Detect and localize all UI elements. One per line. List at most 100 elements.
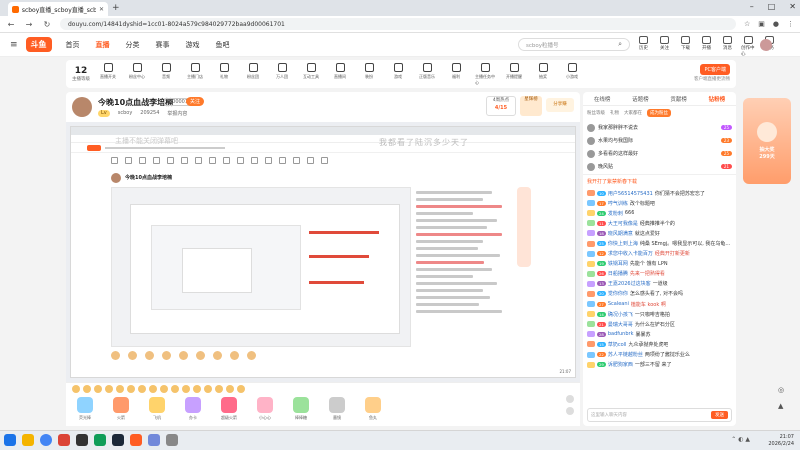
chat-username[interactable]: 王嘉2026过这块客 <box>608 280 651 287</box>
gift-item[interactable]: 墨镜 <box>326 397 348 421</box>
new-tab-icon[interactable]: + <box>112 3 120 13</box>
nav-fishbar[interactable]: 鱼吧 <box>216 40 230 50</box>
rank-item[interactable]: 晚风贴 21 <box>587 160 732 173</box>
tab-diamond[interactable]: 钻粉榜 <box>709 95 726 103</box>
chat-username[interactable]: 确况小孩飞 <box>608 311 633 318</box>
chat-username[interactable]: 用户56514575431 <box>608 190 653 197</box>
maximize-icon[interactable]: □ <box>768 2 776 11</box>
chat-message[interactable]: 20 觉你你你 怎么感头看了, 对不会吗 <box>587 289 732 299</box>
minimize-icon[interactable]: – <box>750 2 754 11</box>
gift-item[interactable]: 棒棒糖 <box>290 397 312 421</box>
follow-button[interactable]: 关注 <box>186 97 205 106</box>
back-icon[interactable]: ← <box>6 20 16 29</box>
streamer-avatar[interactable] <box>72 97 92 117</box>
subtab-everyone[interactable]: 大家都在 <box>624 110 642 116</box>
chat-username[interactable]: 苏人平链越粉丝 <box>608 351 643 358</box>
gift-item[interactable]: 办卡 <box>182 397 204 421</box>
app-icon-red[interactable] <box>58 434 70 446</box>
star-rank-box[interactable]: 星辉榜 <box>520 96 542 116</box>
chat-username[interactable]: 哼气训练 <box>608 200 628 207</box>
nav-home[interactable]: 首页 <box>66 40 80 50</box>
nav-games[interactable]: 游戏 <box>186 40 200 50</box>
recharge-icon[interactable] <box>566 407 574 415</box>
toolbar-item[interactable]: 粉丝中心 <box>127 62 147 86</box>
gift-item[interactable]: 超级火箭 <box>218 397 240 421</box>
toolbar-item[interactable]: 游戏 <box>388 62 408 86</box>
tab-contrib[interactable]: 贡献榜 <box>670 95 687 103</box>
rank-item[interactable]: 水果均与我国际 23 <box>587 134 732 147</box>
chat-username[interactable]: 求您中收入卡能百万 <box>608 250 653 257</box>
toolbar-item[interactable]: 音频 <box>156 62 176 86</box>
pc-client-button[interactable]: PC客户端 <box>700 64 730 75</box>
app-icon-blue[interactable] <box>148 434 160 446</box>
chat-message[interactable]: 22 苏人平链越粉丝 两项纷了酱挝乐业么 <box>587 350 732 360</box>
chat-input[interactable]: 这里输入聊天内容 发送 <box>587 408 732 422</box>
nav-category[interactable]: 分类 <box>126 40 140 50</box>
chat-username[interactable]: 诉肥狗家西 <box>608 361 633 368</box>
taskbar-clock[interactable]: 21:07 2026/2/24 <box>768 434 794 448</box>
reload-icon[interactable]: ↻ <box>42 20 52 29</box>
toolbar-item[interactable]: 直播开关 <box>98 62 118 86</box>
toolbar-item[interactable]: 直播间 <box>330 62 350 86</box>
chat-message[interactable]: 21 曼瑞大哥哥 为什么在铲石分区 <box>587 319 732 329</box>
chat-message[interactable]: 14 确况小孩飞 一只咖啡吉格拍 <box>587 309 732 319</box>
chat-message[interactable]: 27 Scaleani 植能车 kook 啊 <box>587 299 732 309</box>
anchor-level[interactable]: 12 主播等级 <box>72 66 90 82</box>
toolbar-item[interactable]: 抽奖 <box>533 62 553 86</box>
hamburger-menu-icon[interactable]: ≡ <box>10 40 18 50</box>
back-to-top-icon[interactable]: ▲ <box>778 402 784 410</box>
search-icon[interactable]: ⌕ <box>618 40 622 49</box>
app-icon-green[interactable] <box>94 434 106 446</box>
menu-dots-icon[interactable]: ⋮ <box>787 20 794 28</box>
chat-message[interactable]: 28 badfunbrk 暴暴苏 <box>587 329 732 339</box>
video-player[interactable]: 今晚10点血战李培楠 我都看了陆沉多少天了 主播不能关闭弹幕吧 21:07 <box>66 122 580 382</box>
toolbar-item[interactable]: 礼物 <box>214 62 234 86</box>
chat-username[interactable]: 曼瑞大哥哥 <box>608 321 633 328</box>
close-tab-icon[interactable]: ✕ <box>99 6 104 13</box>
extensions-icon[interactable]: ▣ <box>758 20 765 28</box>
steam-icon[interactable] <box>112 434 124 446</box>
toolbar-item[interactable]: 互动工具 <box>301 62 321 86</box>
follow-button[interactable]: 关注 <box>657 36 672 57</box>
app-icon-dark[interactable] <box>76 434 88 446</box>
backpack-icon[interactable] <box>566 395 574 403</box>
toolbar-item[interactable]: 主播任务中心 <box>475 62 495 86</box>
tab-online[interactable]: 在线榜 <box>594 95 611 103</box>
tab-topic[interactable]: 话题榜 <box>632 95 649 103</box>
douyu-taskbar-icon[interactable] <box>130 434 142 446</box>
chat-message[interactable]: 26 日船播腾 先来一把熟得看 <box>587 269 732 279</box>
chat-message[interactable]: 25你快上到上海纯桑 SEmgj。嗯我显示可以, 我在乌龟壳里等你 <box>587 238 732 248</box>
rank-item[interactable]: 多看看的这样最好 25 <box>587 147 732 160</box>
chat-username[interactable]: 草奶coll <box>608 341 627 348</box>
gift-item[interactable]: 荧光棒 <box>74 397 96 421</box>
toolbar-item[interactable]: 粉丝团 <box>243 62 263 86</box>
chat-message[interactable]: 10 用户56514575431 你们猜不会把苏宏忘了 <box>587 188 732 198</box>
profile-icon[interactable]: ● <box>773 20 779 28</box>
toolbar-item[interactable]: 万人团 <box>272 62 292 86</box>
bookmark-star-icon[interactable]: ☆ <box>744 20 750 28</box>
site-logo[interactable]: 斗鱼 <box>25 37 52 52</box>
messages-button[interactable]: 消息 <box>720 36 735 57</box>
chat-username[interactable]: 日船播腾 <box>608 270 628 277</box>
become-fan-button[interactable]: 成为粉丝 <box>647 109 671 117</box>
chat-message[interactable]: 15 草奶coll 九众承抛弃处虎吧 <box>587 339 732 349</box>
chat-message[interactable]: 24 发粉刺 666 <box>587 208 732 218</box>
chat-message[interactable]: 17 哼气训练 改个标题吧 <box>587 198 732 208</box>
chat-message[interactable]: 18 晓风期满意 就这点爱好 <box>587 228 732 238</box>
close-window-icon[interactable]: ✕ <box>789 2 796 11</box>
floating-promo[interactable]: 抽大奖 299天 <box>743 98 791 184</box>
chat-username[interactable]: badfunbrk <box>608 331 634 337</box>
chat-message[interactable]: 11 大王可我像是 经典推推半个的 <box>587 218 732 228</box>
subtab-gift[interactable]: 礼物 <box>610 110 619 116</box>
toolbar-item[interactable]: 装扮 <box>359 62 379 86</box>
system-tray[interactable]: ⌃ ◐ ▲ <box>731 436 750 443</box>
gift-item[interactable]: 鱼丸 <box>362 397 384 421</box>
forward-icon[interactable]: → <box>24 20 34 29</box>
nav-events[interactable]: 赛事 <box>156 40 170 50</box>
gift-item[interactable]: 小心心 <box>254 397 276 421</box>
search-taskbar-icon[interactable] <box>22 434 34 446</box>
download-button[interactable]: 下载 <box>678 36 693 57</box>
toolbar-item[interactable]: 小游戏 <box>562 62 582 86</box>
start-icon[interactable] <box>4 434 16 446</box>
streamer-name[interactable]: scboy <box>118 110 133 117</box>
